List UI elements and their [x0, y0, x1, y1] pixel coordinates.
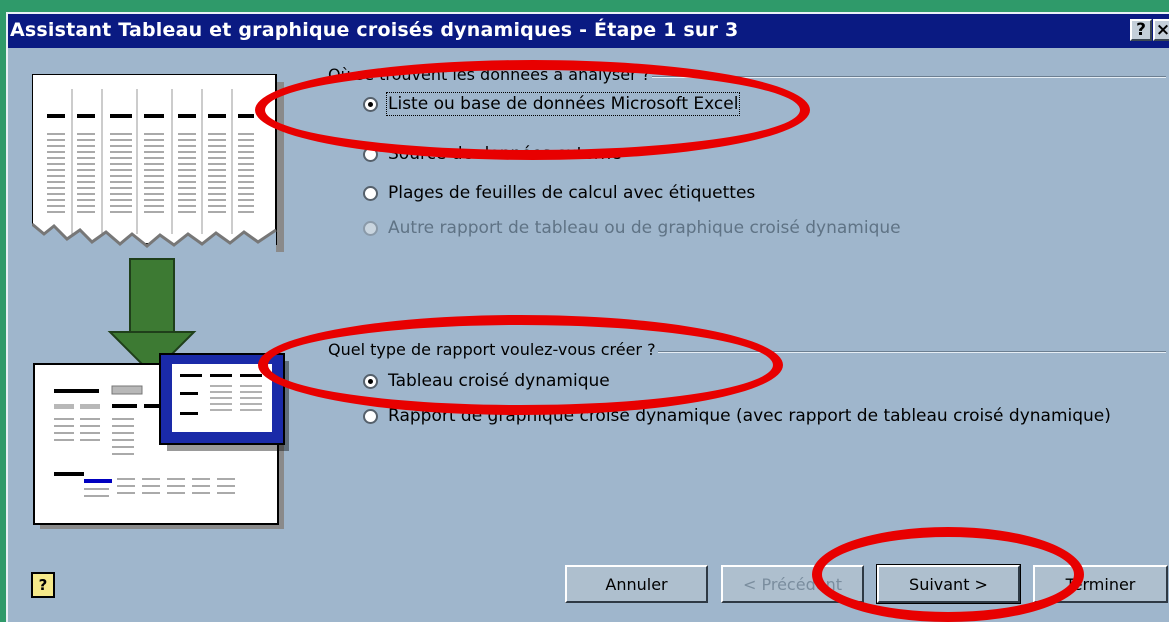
title-help-button[interactable]: ? — [1130, 19, 1152, 41]
radio-label-pivot-chart: Rapport de graphique croisé dynamique (a… — [388, 406, 1111, 426]
cancel-button[interactable]: Annuler — [565, 565, 708, 603]
section2-label: Quel type de rapport voulez-vous créer ? — [326, 340, 658, 359]
radio-label-external-source: Source de données externe — [388, 144, 622, 164]
radio-button-selected[interactable] — [363, 373, 378, 389]
radio-label-other-pivot: Autre rapport de tableau ou de graphique… — [388, 218, 901, 238]
radio-button-disabled — [363, 220, 378, 236]
radio-button[interactable] — [363, 146, 378, 162]
radio-excel-list[interactable]: Liste ou base de données Microsoft Excel — [363, 92, 741, 116]
wizard-illustration — [32, 74, 289, 529]
title-bar: Assistant Tableau et graphique croisés d… — [8, 14, 1169, 48]
finish-button[interactable]: Terminer — [1033, 565, 1168, 603]
radio-external-source[interactable]: Source de données externe — [363, 144, 622, 164]
help-icon[interactable]: ? — [31, 572, 55, 598]
pivot-wizard-dialog: Assistant Tableau et graphique croisés d… — [6, 12, 1169, 622]
radio-button[interactable] — [363, 185, 378, 201]
dialog-title: Assistant Tableau et graphique croisés d… — [10, 19, 739, 41]
radio-pivot-table[interactable]: Tableau croisé dynamique — [363, 371, 610, 391]
radio-button[interactable] — [363, 408, 378, 424]
radio-pivot-chart[interactable]: Rapport de graphique croisé dynamique (a… — [363, 406, 1111, 426]
radio-multiple-ranges[interactable]: Plages de feuilles de calcul avec étique… — [363, 183, 755, 203]
close-button[interactable]: × — [1153, 19, 1169, 41]
radio-label-multiple-ranges: Plages de feuilles de calcul avec étique… — [388, 183, 756, 203]
section1-label: Où se trouvent les données à analyser ? — [326, 65, 653, 84]
radio-other-pivot: Autre rapport de tableau ou de graphique… — [363, 218, 901, 238]
radio-label-excel-list: Liste ou base de données Microsoft Excel — [385, 92, 741, 116]
previous-button: < Précédent — [721, 565, 864, 603]
next-button[interactable]: Suivant > — [876, 564, 1021, 604]
radio-button-selected[interactable] — [363, 96, 378, 112]
radio-label-pivot-table: Tableau croisé dynamique — [388, 371, 610, 391]
